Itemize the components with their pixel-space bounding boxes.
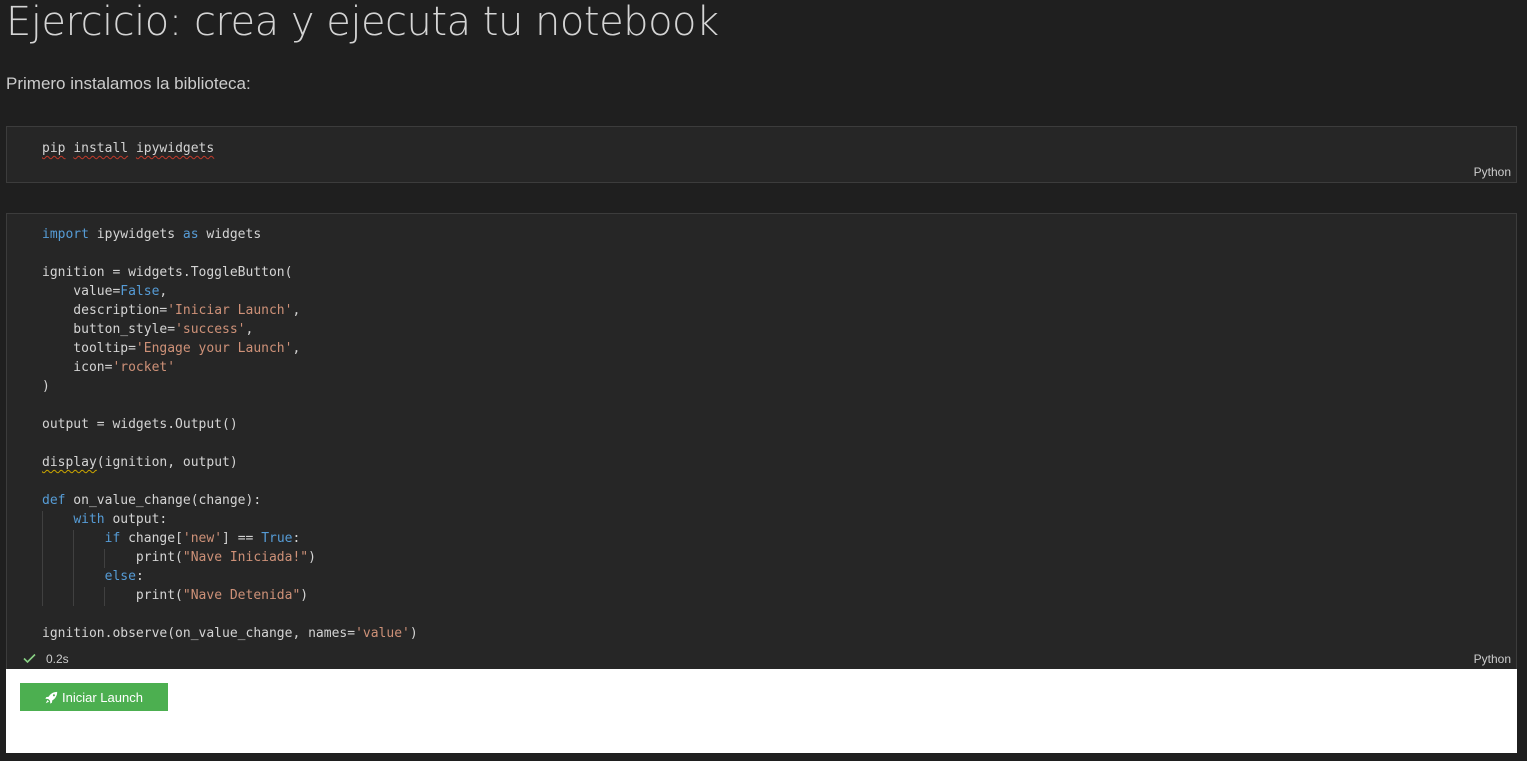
- code-token: ipywidgets: [135, 141, 215, 156]
- cell-output: Iniciar Launch: [6, 669, 1517, 753]
- execution-status: 0.2s: [23, 652, 69, 666]
- code-token: ): [308, 550, 316, 565]
- code-token: ,: [292, 341, 301, 356]
- code-token: description=: [42, 303, 168, 318]
- code-token: on_value_change(change):: [65, 493, 262, 508]
- code-token: icon=: [42, 360, 113, 375]
- code-token: 'Iniciar Launch': [167, 303, 293, 318]
- code-token: display: [42, 455, 97, 470]
- code-token: output:: [104, 512, 168, 527]
- iniciar-launch-toggle-button[interactable]: Iniciar Launch: [20, 683, 168, 711]
- code-token: ): [409, 626, 418, 641]
- code-token: 'success': [175, 322, 246, 337]
- code-token: ,: [245, 322, 254, 337]
- code-token: print(: [42, 550, 183, 565]
- code-token: button_style=: [42, 322, 176, 337]
- code-token: "Nave Detenida": [182, 588, 301, 603]
- code-token: ipywidgets: [88, 227, 183, 242]
- code-editor[interactable]: import ipywidgets as widgets ignition = …: [42, 225, 418, 643]
- execution-time: 0.2s: [46, 652, 69, 666]
- code-token: import: [42, 227, 89, 242]
- notebook-page: Ejercicio: crea y ejecuta tu notebook Pr…: [0, 0, 1527, 761]
- code-token: print(: [42, 588, 183, 603]
- code-token: change[: [120, 531, 183, 546]
- code-cell-widgets[interactable]: import ipywidgets as widgets ignition = …: [6, 213, 1517, 669]
- code-token: widgets: [198, 227, 262, 242]
- code-cell-pip-install[interactable]: pip install ipywidgets Python: [6, 126, 1517, 183]
- code-token: False: [120, 284, 160, 299]
- code-token: (ignition, output): [96, 455, 238, 470]
- code-token: ] ==: [222, 531, 262, 546]
- check-icon: [23, 652, 36, 666]
- code-token: pip: [42, 141, 66, 156]
- code-token: def: [42, 493, 66, 508]
- button-label: Iniciar Launch: [62, 689, 143, 705]
- code-token: value=: [42, 284, 121, 299]
- code-token: else: [104, 569, 136, 584]
- code-token: True: [261, 531, 293, 546]
- code-token: 'value': [355, 626, 410, 641]
- code-token: ): [300, 588, 309, 603]
- code-token: tooltip=: [42, 341, 136, 356]
- code-line: ): [42, 379, 50, 394]
- markdown-paragraph: Primero instalamos la biblioteca:: [6, 74, 251, 93]
- markdown-heading: Ejercicio: crea y ejecuta tu notebook: [6, 0, 719, 45]
- code-token: ,: [159, 284, 168, 299]
- rocket-icon: [45, 691, 58, 704]
- code-token: ignition.observe(on_value_change, names=: [42, 626, 356, 641]
- code-token: 'new': [182, 531, 223, 546]
- code-token: ,: [292, 303, 301, 318]
- code-token: with: [73, 512, 105, 527]
- code-line: ignition = widgets.ToggleButton(: [42, 265, 293, 280]
- code-token: as: [182, 227, 199, 242]
- cell-language-label[interactable]: Python: [1474, 652, 1511, 666]
- code-line: output = widgets.Output(): [42, 417, 238, 432]
- code-token: 'Engage your Launch': [135, 341, 293, 356]
- code-token: "Nave Iniciada!": [182, 550, 309, 565]
- code-editor[interactable]: pip install ipywidgets: [42, 139, 214, 158]
- cell-language-label[interactable]: Python: [1474, 165, 1511, 179]
- code-token: if: [104, 531, 121, 546]
- code-token: install: [73, 141, 129, 156]
- code-token: :: [135, 569, 144, 584]
- code-token: :: [292, 531, 301, 546]
- code-token: 'rocket': [112, 360, 176, 375]
